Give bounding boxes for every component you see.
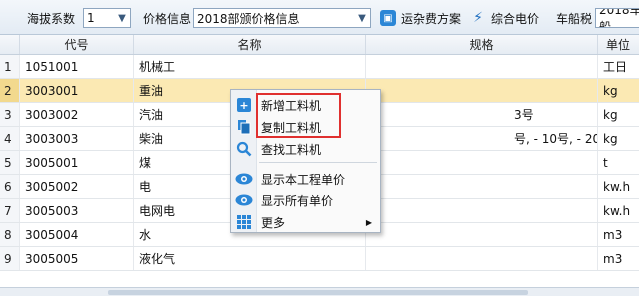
cell-unit[interactable]: 工日 [598,55,639,78]
freight-plan-label: 运杂费方案 [401,11,462,26]
highlight-box [256,93,341,138]
menu-item-find-material[interactable]: 查找工料机 [231,139,380,159]
grid-icon [237,215,251,229]
table-row[interactable]: 1 1051001 机械工 工日 [0,55,639,79]
cell-spec[interactable] [366,79,598,102]
cell-spec[interactable] [366,223,598,246]
eye-icon [235,194,253,206]
cell-unit[interactable]: m3 [598,247,639,270]
cell-code[interactable]: 1051001 [20,55,134,78]
truck-icon: ▣ [380,10,396,26]
column-header-spec[interactable]: 规格 [366,35,598,54]
chevron-down-icon[interactable]: ▼ [114,9,130,27]
row-number: 1 [0,55,20,78]
submenu-arrow-icon: ▶ [365,217,372,227]
row-number: 7 [0,199,20,222]
menu-item-show-all-prices[interactable]: 显示所有单价 [231,190,380,210]
cell-unit[interactable]: m3 [598,223,639,246]
menu-item-more[interactable]: 更多 ▶ [231,212,380,232]
cell-unit[interactable]: t [598,151,639,174]
cell-unit[interactable]: kg [598,127,639,150]
column-header-name[interactable]: 名称 [134,35,366,54]
altitude-select[interactable]: 1 ▼ [83,8,131,28]
column-header-code[interactable]: 代号 [20,35,134,54]
power-price-button[interactable]: ⚡ 综合电价 [470,8,539,28]
cell-name[interactable]: 机械工 [134,55,366,78]
cell-spec[interactable] [366,175,598,198]
row-number: 6 [0,175,20,198]
cell-spec[interactable]: 号, - 10号, - 20号 [366,127,598,150]
cell-spec[interactable] [366,151,598,174]
table-header: 代号 名称 规格 单位 [0,35,639,55]
cell-code[interactable]: 3003003 [20,127,134,150]
cell-code[interactable]: 3005001 [20,151,134,174]
price-info-select[interactable]: 2018部颁价格信息 ▼ [193,8,371,28]
chevron-down-icon[interactable]: ▼ [354,9,370,27]
row-number: 3 [0,103,20,126]
cell-code[interactable]: 3005002 [20,175,134,198]
menu-item-label: 更多 [261,215,286,230]
vehicle-tax-select[interactable]: 2018车船 [595,8,639,28]
cell-spec[interactable] [366,247,598,270]
row-number: 8 [0,223,20,246]
scrollbar-thumb[interactable] [108,290,528,295]
menu-item-show-project-price[interactable]: 显示本工程单价 [231,169,380,189]
menu-item-label: 显示所有单价 [261,193,334,208]
vehicle-tax-value: 2018车船 [599,8,639,28]
row-number-header [0,35,20,54]
table-row[interactable]: 9 3005005 液化气 m3 [0,247,639,271]
row-number: 9 [0,247,20,270]
cell-unit[interactable]: kg [598,103,639,126]
cell-spec[interactable] [366,199,598,222]
price-info-value: 2018部颁价格信息 [197,11,300,26]
cell-unit[interactable]: kg [598,79,639,102]
price-info-label: 价格信息 [143,11,192,26]
horizontal-scrollbar[interactable] [0,287,639,296]
cell-name[interactable]: 液化气 [134,247,366,270]
copy-icon [238,120,251,135]
toolbar: 海拔系数 1 ▼ 价格信息 2018部颁价格信息 ▼ ▣ 运杂费方案 ⚡ 综合电… [0,0,639,35]
cell-spec[interactable]: 3号 [366,103,598,126]
row-number: 5 [0,151,20,174]
cell-code[interactable]: 3003001 [20,79,134,102]
row-number: 4 [0,127,20,150]
vehicle-tax-label: 车船税 [556,11,593,26]
add-icon: + [237,98,251,112]
row-number: 2 [0,79,20,102]
altitude-label: 海拔系数 [27,11,76,26]
power-price-label: 综合电价 [491,11,540,26]
menu-item-label: 显示本工程单价 [261,172,346,187]
cell-code[interactable]: 3005003 [20,199,134,222]
menu-item-label: 查找工料机 [261,142,322,157]
cell-spec[interactable] [366,55,598,78]
menu-separator [259,162,377,163]
cell-unit[interactable]: kw.h [598,199,639,222]
lightning-icon: ⚡ [473,10,483,26]
cell-code[interactable]: 3003002 [20,103,134,126]
freight-plan-button[interactable]: ▣ 运杂费方案 [380,8,461,28]
search-icon [236,141,252,157]
cell-code[interactable]: 3005004 [20,223,134,246]
column-header-unit[interactable]: 单位 [598,35,639,54]
altitude-value: 1 [87,11,95,25]
eye-icon [235,173,253,185]
cell-code[interactable]: 3005005 [20,247,134,270]
cell-unit[interactable]: kw.h [598,175,639,198]
